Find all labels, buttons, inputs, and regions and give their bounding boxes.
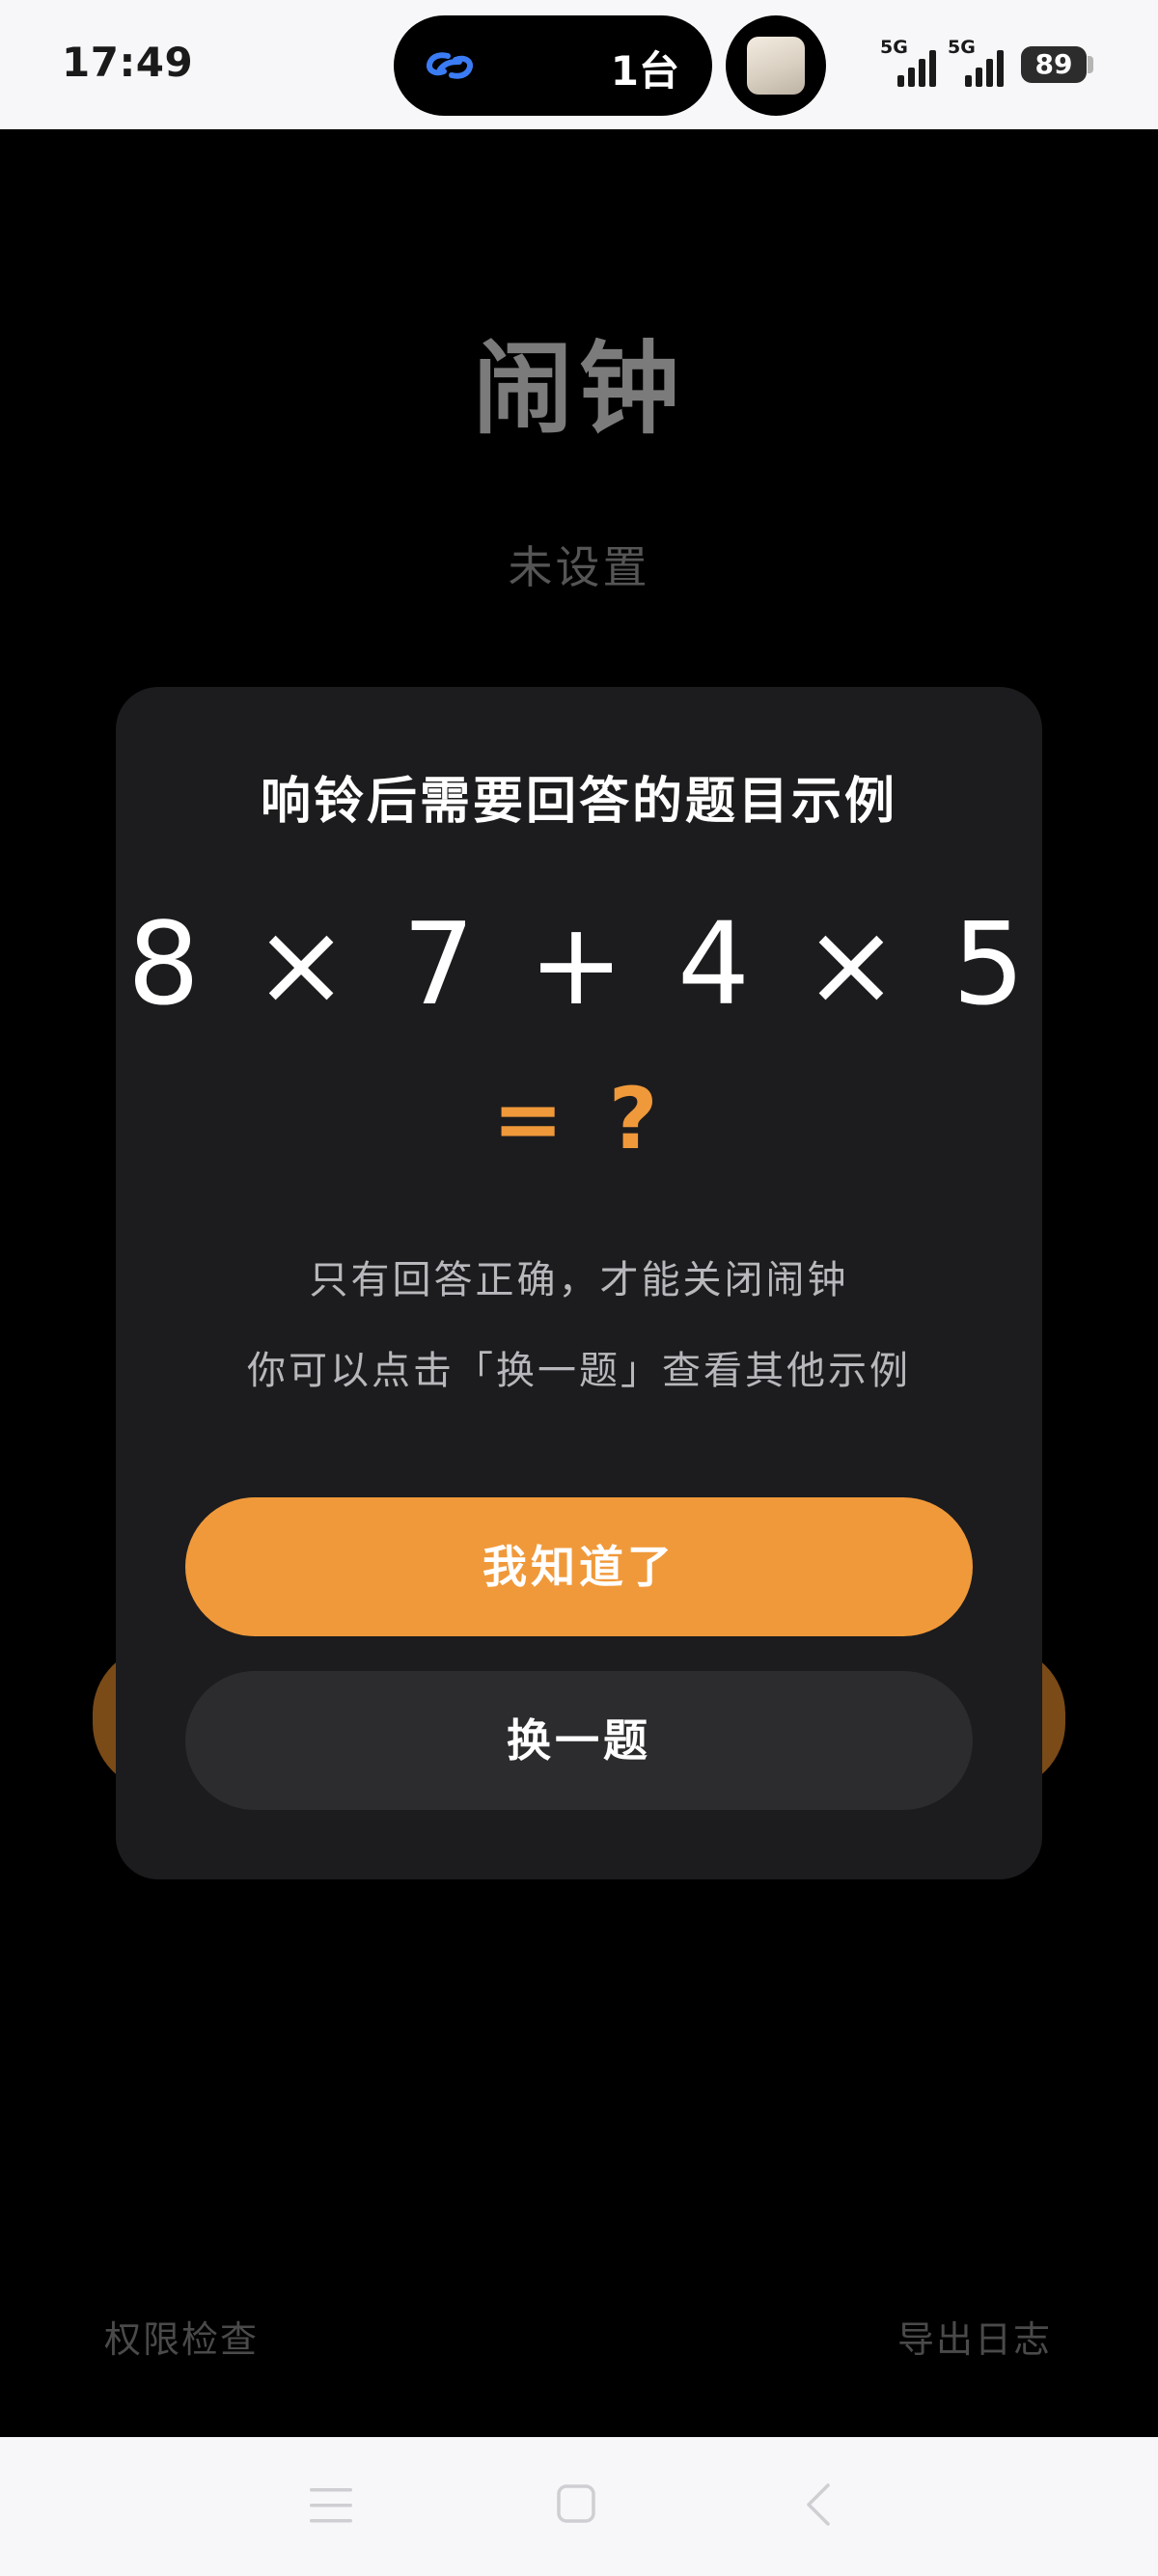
- math-equation: 8 × 7 + 4 × 5: [127, 897, 1031, 1030]
- dynamic-island[interactable]: 1台: [394, 15, 712, 116]
- example-question-dialog: 响铃后需要回答的题目示例 8 × 7 + 4 × 5 = ? 只有回答正确，才能…: [116, 687, 1042, 1879]
- home-icon[interactable]: [556, 2483, 596, 2524]
- island-device-count: 1台: [610, 47, 679, 95]
- media-thumbnail-icon: [747, 37, 805, 95]
- navigation-bar: [0, 2437, 1158, 2576]
- export-logs-link[interactable]: 导出日志: [897, 2310, 1052, 2363]
- battery-tip: [1088, 56, 1093, 73]
- signal-indicator-2: 5G: [948, 39, 1015, 87]
- signal-bars-icon: [965, 50, 1004, 87]
- app-title: 闹钟: [472, 330, 685, 448]
- hint-text-1: 只有回答正确，才能关闭闹钟: [309, 1258, 849, 1302]
- status-time: 17:49: [62, 39, 194, 86]
- confirm-button[interactable]: 我知道了: [185, 1497, 973, 1636]
- answer-prompt: = ?: [492, 1069, 666, 1168]
- dialog-title: 响铃后需要回答的题目示例: [260, 773, 897, 831]
- permissions-check-link[interactable]: 权限检查: [104, 2310, 259, 2363]
- signal-bars-icon: [897, 50, 936, 87]
- battery-level: 89: [1021, 46, 1087, 83]
- signal-indicator-1: 5G: [880, 39, 948, 87]
- link-icon: [427, 52, 473, 79]
- menu-icon[interactable]: [309, 2485, 353, 2526]
- hint-text-2: 你可以点击「换一题」查看其他示例: [247, 1349, 911, 1393]
- back-icon[interactable]: [803, 2481, 834, 2528]
- alarm-status: 未设置: [508, 541, 650, 593]
- status-bar: 17:49 1台 5G 5G 89: [0, 0, 1158, 129]
- media-island[interactable]: [726, 15, 826, 116]
- next-question-button[interactable]: 换一题: [185, 1671, 973, 1810]
